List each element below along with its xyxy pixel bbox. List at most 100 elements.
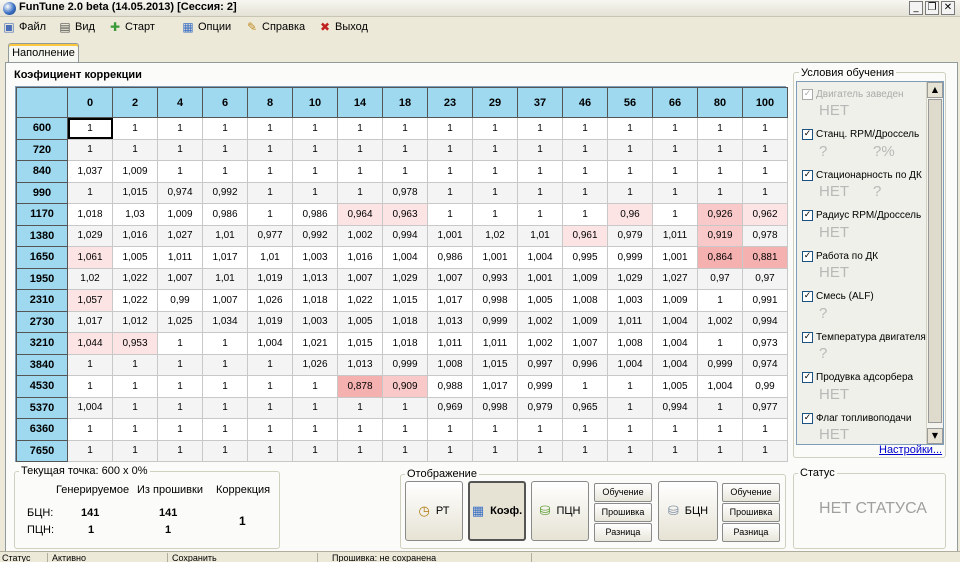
- coef-cell[interactable]: 1,018: [382, 310, 428, 333]
- coef-cell[interactable]: 1,004: [652, 332, 698, 355]
- coef-cell[interactable]: 1,01: [202, 267, 248, 290]
- coef-cell[interactable]: 1,011: [157, 246, 203, 269]
- checkbox[interactable]: ✓: [802, 372, 813, 383]
- coef-cell[interactable]: 0,974: [157, 181, 203, 204]
- coef-cell[interactable]: 1: [247, 138, 293, 161]
- coef-cell[interactable]: 1,009: [652, 289, 698, 312]
- koef-button[interactable]: ▦ Коэф.: [468, 481, 526, 541]
- coef-cell[interactable]: 1,011: [427, 332, 473, 355]
- coef-cell[interactable]: 0,999: [382, 353, 428, 376]
- coef-cell[interactable]: 1: [247, 203, 293, 226]
- scroll-thumb[interactable]: [928, 99, 942, 423]
- coef-cell[interactable]: 1: [427, 439, 473, 462]
- coef-cell[interactable]: 0,992: [292, 224, 338, 247]
- coef-cell[interactable]: 1: [202, 138, 248, 161]
- coef-cell[interactable]: 1,008: [607, 332, 653, 355]
- coef-cell[interactable]: 1: [202, 117, 248, 140]
- menu-start[interactable]: ✚ Старт: [108, 18, 155, 36]
- coef-cell[interactable]: 1: [517, 160, 563, 183]
- coef-cell[interactable]: 0,986: [292, 203, 338, 226]
- coef-cell[interactable]: 1,02: [67, 267, 113, 290]
- coef-cell[interactable]: 1,002: [697, 310, 743, 333]
- coef-cell[interactable]: 1: [607, 418, 653, 441]
- coef-cell[interactable]: 1: [112, 439, 158, 462]
- coef-cell[interactable]: 1: [337, 117, 383, 140]
- coef-cell[interactable]: 1: [247, 418, 293, 441]
- coef-cell[interactable]: 1: [337, 396, 383, 419]
- coef-cell[interactable]: 1,044: [67, 332, 113, 355]
- coef-cell[interactable]: 1,027: [157, 224, 203, 247]
- coef-cell[interactable]: 0,97: [742, 267, 788, 290]
- coef-cell[interactable]: 0,979: [607, 224, 653, 247]
- coef-cell[interactable]: 0,994: [742, 310, 788, 333]
- coef-cell[interactable]: 0,993: [472, 267, 518, 290]
- coef-cell[interactable]: 1,03: [112, 203, 158, 226]
- coef-cell[interactable]: 1: [562, 203, 608, 226]
- coef-cell[interactable]: 1,002: [337, 224, 383, 247]
- coef-cell[interactable]: 1,013: [337, 353, 383, 376]
- coef-cell[interactable]: 1,011: [652, 224, 698, 247]
- coef-cell[interactable]: 1: [427, 181, 473, 204]
- coef-cell[interactable]: 1: [112, 353, 158, 376]
- coef-cell[interactable]: 1: [472, 418, 518, 441]
- coef-cell[interactable]: 0,995: [562, 246, 608, 269]
- coef-cell[interactable]: 1: [517, 203, 563, 226]
- coef-cell[interactable]: 0,881: [742, 246, 788, 269]
- coef-cell[interactable]: 1: [697, 160, 743, 183]
- coef-cell[interactable]: 1: [697, 117, 743, 140]
- coef-cell[interactable]: 0,986: [427, 246, 473, 269]
- coef-cell[interactable]: 1,005: [517, 289, 563, 312]
- coef-cell[interactable]: 1: [427, 203, 473, 226]
- checkbox[interactable]: ✓: [802, 210, 813, 221]
- coef-cell[interactable]: 1: [742, 160, 788, 183]
- coef-cell[interactable]: 1: [562, 117, 608, 140]
- checkbox[interactable]: ✓: [802, 169, 813, 181]
- coef-cell[interactable]: 1,007: [427, 267, 473, 290]
- coef-cell[interactable]: 0,974: [742, 353, 788, 376]
- coef-cell[interactable]: 0,999: [697, 353, 743, 376]
- coef-cell[interactable]: 1,008: [427, 353, 473, 376]
- coef-cell[interactable]: 1,015: [382, 289, 428, 312]
- coef-cell[interactable]: 1: [607, 375, 653, 398]
- coef-cell[interactable]: 1: [337, 181, 383, 204]
- coef-cell[interactable]: 1: [157, 332, 203, 355]
- coef-grid[interactable]: 0 2 4 6 8 10 14 18 23 29 37 46 56 66 80 100 600 1 1 1 1 1 1 1 1…: [15, 86, 788, 462]
- coef-cell[interactable]: 1: [517, 138, 563, 161]
- coef-cell[interactable]: 1,011: [472, 332, 518, 355]
- coef-cell[interactable]: 1: [67, 181, 113, 204]
- coef-cell[interactable]: 1: [112, 396, 158, 419]
- coef-cell[interactable]: 1: [562, 439, 608, 462]
- pcn-button[interactable]: ⛁ ПЦН: [531, 481, 589, 541]
- coef-cell[interactable]: 0,979: [517, 396, 563, 419]
- coef-cell[interactable]: 1,022: [112, 267, 158, 290]
- coef-cell[interactable]: 1,037: [67, 160, 113, 183]
- coef-cell[interactable]: 1: [202, 418, 248, 441]
- coef-cell[interactable]: 1: [652, 160, 698, 183]
- coef-cell[interactable]: 0,969: [427, 396, 473, 419]
- coef-cell[interactable]: 1: [607, 160, 653, 183]
- coef-cell[interactable]: 1,015: [112, 181, 158, 204]
- coef-cell[interactable]: 1: [247, 439, 293, 462]
- coef-cell[interactable]: 0,97: [697, 267, 743, 290]
- coef-cell[interactable]: 1: [697, 396, 743, 419]
- coef-cell[interactable]: 1: [337, 439, 383, 462]
- coef-cell[interactable]: 1: [202, 396, 248, 419]
- conditions-scrollbar[interactable]: ▲ ▼: [926, 82, 943, 444]
- coef-cell[interactable]: 1: [607, 181, 653, 204]
- coef-cell[interactable]: 1,007: [157, 267, 203, 290]
- coef-cell[interactable]: 0,997: [517, 353, 563, 376]
- checkbox[interactable]: ✓: [802, 331, 813, 343]
- coef-cell[interactable]: 1: [382, 396, 428, 419]
- coef-cell[interactable]: 1: [157, 117, 203, 140]
- coef-cell[interactable]: 1,015: [337, 332, 383, 355]
- coef-cell[interactable]: 1: [652, 203, 698, 226]
- coef-cell[interactable]: 0,999: [517, 375, 563, 398]
- bcn-learning-button[interactable]: Обучение: [722, 483, 780, 502]
- coef-cell[interactable]: 1: [292, 181, 338, 204]
- pcn-difference-button[interactable]: Разница: [594, 523, 652, 542]
- coef-cell[interactable]: 1: [652, 117, 698, 140]
- coef-cell[interactable]: 1: [607, 439, 653, 462]
- coef-cell[interactable]: 1,009: [112, 160, 158, 183]
- pcn-firmware-button[interactable]: Прошивка: [594, 503, 652, 522]
- menu-exit[interactable]: ✖ Выход: [318, 18, 368, 36]
